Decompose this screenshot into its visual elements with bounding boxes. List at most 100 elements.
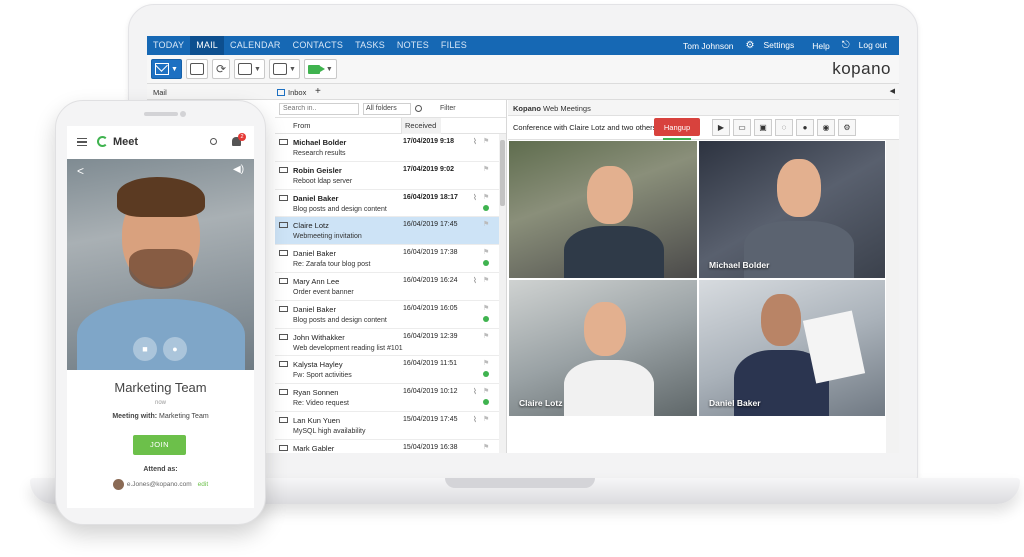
- youtube-icon: ▶: [717, 123, 725, 132]
- nav-files[interactable]: FILES: [435, 36, 473, 55]
- logout-link[interactable]: Log out: [836, 40, 899, 51]
- message-row[interactable]: Robin Geisler Reboot ldap server 17/04/201…: [275, 162, 499, 190]
- meeting-settings-button[interactable]: ⚙: [838, 119, 856, 136]
- hangup-button[interactable]: Hangup: [654, 118, 700, 136]
- address-book-button[interactable]: [185, 59, 208, 79]
- edit-link[interactable]: edit: [198, 481, 208, 488]
- nav-today[interactable]: TODAY: [147, 36, 190, 55]
- nav-mail[interactable]: MAIL: [190, 36, 224, 55]
- flag-icon[interactable]: ⚑: [483, 415, 489, 423]
- flag-icon[interactable]: ⚑: [483, 165, 489, 173]
- list-scrollbar[interactable]: [499, 134, 506, 453]
- view-button[interactable]: ▼: [268, 59, 300, 79]
- flag-icon[interactable]: ⚑: [483, 359, 489, 367]
- logout-label: Log out: [858, 40, 887, 50]
- nav-notes[interactable]: NOTES: [391, 36, 435, 55]
- menu-icon[interactable]: [77, 138, 87, 146]
- envelope-icon: [279, 250, 288, 257]
- chevron-down-icon: ▼: [171, 65, 178, 73]
- collapse-icon[interactable]: ◀: [890, 87, 895, 95]
- message-date: 16/04/2019 11:51: [403, 360, 457, 368]
- envelope-icon: [279, 361, 288, 368]
- message-row[interactable]: John Withakker Web development reading li…: [275, 329, 499, 357]
- envelope-icon: [279, 305, 288, 312]
- message-date: 17/04/2019 9:02: [403, 165, 454, 173]
- mic-toggle[interactable]: ●: [163, 337, 187, 361]
- envelope-icon: [279, 416, 288, 423]
- join-button[interactable]: JOIN: [133, 435, 186, 455]
- message-subject: Re: Zarafa tour blog post: [293, 261, 371, 269]
- tab-inbox[interactable]: Inbox: [277, 84, 306, 100]
- nav-calendar[interactable]: CALENDAR: [224, 36, 287, 55]
- camera-toggle-button[interactable]: ◉: [817, 119, 835, 136]
- settings-link[interactable]: Settings: [740, 40, 807, 51]
- message-row[interactable]: Daniel Baker Blog posts and design conten…: [275, 301, 499, 329]
- meeting-with: Meeting with: Marketing Team: [67, 413, 254, 420]
- message-date: 16/04/2019 12:39: [403, 332, 458, 340]
- message-row[interactable]: Daniel Baker Re: Zarafa tour blog post 16/…: [275, 245, 499, 273]
- folder-button[interactable]: ▭: [733, 119, 751, 136]
- refresh-button[interactable]: ⟳: [211, 59, 230, 79]
- back-icon[interactable]: <: [77, 164, 84, 178]
- video-tile-1[interactable]: [508, 140, 698, 279]
- flag-icon[interactable]: ⚑: [483, 387, 489, 395]
- video-tile-2[interactable]: Michael Bolder: [698, 140, 886, 279]
- message-date: 17/04/2019 9:18: [403, 138, 454, 145]
- search-icon[interactable]: [210, 138, 217, 145]
- chat-icon: ◌: [781, 123, 787, 132]
- flag-icon[interactable]: ⚑: [483, 248, 489, 256]
- message-row[interactable]: Mary Ann Lee Order event banner 16/04/2019…: [275, 273, 499, 301]
- search-icon[interactable]: [415, 105, 422, 112]
- flag-icon[interactable]: ⚑: [483, 137, 489, 145]
- message-row[interactable]: Ryan Sonnen Re: Video request 16/04/2019 1…: [275, 384, 499, 412]
- filter-button[interactable]: Filter: [440, 105, 456, 112]
- flag-icon[interactable]: ⚑: [483, 304, 489, 312]
- scrollbar-thumb[interactable]: [500, 140, 505, 206]
- youtube-button[interactable]: ▶: [712, 119, 730, 136]
- flag-icon[interactable]: ⚑: [483, 443, 489, 451]
- nav-contacts[interactable]: CONTACTS: [287, 36, 349, 55]
- paperclip-icon: ⌇: [473, 387, 477, 397]
- video-tile-3[interactable]: Claire Lotz: [508, 279, 698, 417]
- screenshare-button[interactable]: ▣: [754, 119, 772, 136]
- avatar: [112, 479, 124, 490]
- camera-toggle[interactable]: ■: [133, 337, 157, 361]
- flag-icon[interactable]: ⚑: [483, 332, 489, 340]
- video-tile-4[interactable]: Daniel Baker: [698, 279, 886, 417]
- column-from[interactable]: From: [293, 121, 401, 130]
- flag-icon[interactable]: ⚑: [483, 193, 489, 201]
- attend-as-label: Attend as:: [143, 466, 178, 473]
- microphone-icon: ●: [172, 344, 178, 354]
- flag-icon[interactable]: ⚑: [483, 220, 489, 228]
- presence-dot: [483, 204, 489, 211]
- column-received[interactable]: Received: [401, 117, 441, 134]
- help-link[interactable]: Help: [806, 41, 835, 51]
- message-subject: Re: Video request: [293, 400, 349, 408]
- print-button[interactable]: ▼: [234, 59, 265, 79]
- message-row[interactable]: Mark Gabler 15/04/2019 16:38 ⚑: [275, 440, 499, 453]
- flag-icon[interactable]: ⚑: [483, 276, 489, 284]
- message-row[interactable]: Daniel Baker Blog posts and design conten…: [275, 190, 499, 218]
- new-mail-button[interactable]: ▼: [151, 59, 182, 79]
- add-tab-icon[interactable]: +: [315, 86, 321, 97]
- video-meeting-button[interactable]: ▼: [303, 59, 337, 79]
- message-row[interactable]: Lan Kun Yuen MySQL high availability 15/04…: [275, 412, 499, 440]
- speaker-icon[interactable]: ◀): [233, 164, 244, 175]
- message-row[interactable]: Claire Lotz Webmeeting invitation 16/04/20…: [275, 217, 499, 246]
- chat-button[interactable]: ◌: [775, 119, 793, 136]
- message-row[interactable]: Michael Bolder Research results 17/04/2019…: [275, 134, 499, 162]
- participant-head: [777, 159, 821, 217]
- user-name[interactable]: Tom Johnson: [677, 41, 740, 51]
- message-date: 16/04/2019 10:12: [403, 388, 458, 396]
- chevron-down-icon: ▼: [288, 65, 296, 73]
- microphone-icon: ●: [802, 123, 808, 132]
- monitor-icon: ▣: [759, 123, 767, 132]
- participant-figure: [744, 221, 854, 278]
- message-row[interactable]: Kalysta Hayley Fw: Sport activities 16/04/…: [275, 356, 499, 385]
- person-hair: [117, 177, 205, 217]
- mail-section-label: Mail: [153, 88, 167, 97]
- microphone-button[interactable]: ●: [796, 119, 814, 136]
- nav-tasks[interactable]: TASKS: [349, 36, 391, 55]
- folder-select[interactable]: All folders: [363, 102, 411, 115]
- search-input[interactable]: [279, 102, 359, 115]
